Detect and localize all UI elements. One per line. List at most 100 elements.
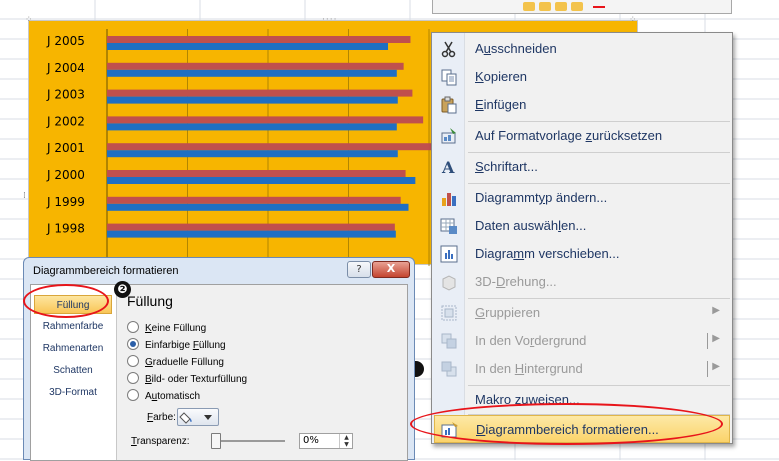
send-back-icon — [441, 361, 457, 377]
bar-series-2[interactable] — [107, 203, 409, 211]
bar-series-1[interactable] — [107, 170, 406, 177]
menu-item-cut[interactable]: Ausschneiden — [432, 35, 732, 63]
bar-series-2[interactable] — [107, 150, 398, 158]
move-chart-icon — [440, 245, 458, 263]
bar-series-2[interactable] — [107, 230, 396, 238]
menu-item-3d-rotation: 3D-Drehung... — [432, 268, 732, 296]
group-icon — [441, 305, 457, 321]
toolbar-popup-strip — [432, 0, 732, 14]
transparency-slider-track[interactable] — [213, 440, 285, 442]
menu-label-bring-to-front: In den Vordergrund — [475, 333, 587, 348]
option-automatic[interactable]: Automatisch — [127, 389, 200, 405]
menu-item-select-data[interactable]: Daten auswählen... — [432, 212, 732, 240]
step-badge: ❷ — [114, 281, 131, 298]
resize-handle-top-left[interactable]: ⁘ — [25, 15, 34, 25]
category-label: J 2004 — [46, 61, 85, 75]
bar-series-1[interactable] — [107, 36, 411, 43]
paste-icon — [441, 96, 457, 114]
menu-label-send-to-back: In den Hintergrund — [475, 361, 583, 376]
bar-series-1[interactable] — [107, 196, 401, 204]
svg-text:A: A — [441, 158, 455, 176]
menu-label-3d-rotation: 3D-Drehung... — [475, 274, 557, 289]
category-label: J 2001 — [46, 141, 85, 155]
bar-series-2[interactable] — [107, 123, 397, 131]
option-label: Keine Füllung — [145, 323, 207, 334]
option-no-fill[interactable]: Keine Füllung — [127, 321, 206, 337]
category-label: J 2002 — [46, 114, 85, 128]
submenu-arrow-icon: ▶ — [712, 333, 720, 344]
help-button[interactable]: ? — [347, 261, 371, 278]
option-label: Graduelle Füllung — [145, 357, 224, 368]
bar-series-1[interactable] — [107, 62, 404, 70]
resize-handle-top[interactable]: ···· — [322, 15, 337, 25]
color-picker-button[interactable] — [177, 408, 219, 426]
bar-series-1[interactable] — [107, 223, 395, 231]
menu-label-paste: Einfügen — [475, 97, 527, 112]
3d-rotation-icon — [442, 275, 456, 291]
chart-type-icon — [442, 193, 456, 206]
menu-item-font[interactable]: A Schriftart... — [432, 153, 732, 181]
menu-item-group: Gruppieren ▶ — [432, 299, 732, 327]
menu-item-paste[interactable]: Einfügen — [432, 91, 732, 119]
radio-button[interactable] — [127, 355, 139, 367]
radio-button[interactable] — [127, 372, 139, 384]
radio-button[interactable] — [127, 338, 139, 350]
bar-series-2[interactable] — [107, 43, 389, 50]
bar-series-2[interactable] — [107, 96, 398, 104]
option-gradient-fill[interactable]: Graduelle Füllung — [127, 355, 224, 371]
nav-item-shadow[interactable]: Schatten — [34, 361, 112, 380]
menu-label-select-data: Daten auswählen... — [475, 218, 587, 233]
nav-item-border-styles[interactable]: Rahmenarten — [34, 339, 112, 358]
radio-button[interactable] — [127, 321, 139, 333]
submenu-arrow-icon: ▶ — [712, 305, 720, 316]
menu-label-font: Schriftart... — [475, 159, 538, 174]
nav-item-3d-format[interactable]: 3D-Format — [34, 383, 112, 402]
category-label: J 2003 — [46, 88, 85, 102]
menu-item-send-to-back: In den Hintergrund ▶ — [432, 355, 732, 383]
resize-handle-left[interactable]: ⁞ — [23, 191, 27, 201]
bring-front-icon — [441, 333, 457, 349]
category-label: J 1998 — [46, 222, 85, 236]
bar-series-1[interactable] — [107, 143, 445, 151]
menu-item-reset-style[interactable]: Auf Formatvorlage zurücksetzen — [432, 122, 732, 150]
bar-series-2[interactable] — [107, 177, 416, 184]
menu-item-change-chart-type[interactable]: Diagrammtyp ändern... — [432, 184, 732, 212]
reset-style-icon — [441, 128, 456, 144]
menu-item-copy[interactable]: Kopieren — [432, 63, 732, 91]
resize-handle-top-right[interactable]: ⁘ — [629, 15, 638, 25]
scissors-icon — [441, 41, 456, 58]
transparency-spinner[interactable]: ▲ ▼ — [339, 434, 353, 448]
category-label: J 2005 — [46, 34, 85, 48]
menu-label-move-chart: Diagramm verschieben... — [475, 246, 620, 261]
menu-item-bring-to-front: In den Vordergrund ▶ — [432, 327, 732, 355]
menu-label-reset-style: Auf Formatvorlage zurücksetzen — [475, 128, 663, 143]
paint-bucket-icon — [179, 412, 212, 424]
submenu-arrow-icon: ▶ — [712, 361, 720, 372]
nav-item-border-color[interactable]: Rahmenfarbe — [34, 317, 112, 336]
option-solid-fill[interactable]: Einfarbige Füllung — [127, 338, 226, 354]
option-label: Bild- oder Texturfüllung — [145, 374, 248, 385]
category-label: J 1999 — [46, 195, 85, 209]
menu-label-group: Gruppieren — [475, 305, 541, 320]
highlight-ellipse-fill-tab — [23, 284, 109, 318]
menu-item-move-chart[interactable]: Diagramm verschieben... — [432, 240, 732, 268]
fill-heading: Füllung — [127, 293, 173, 309]
color-label: Farbe: — [147, 412, 176, 423]
option-picture-fill[interactable]: Bild- oder Texturfüllung — [127, 372, 247, 388]
split-divider — [707, 361, 708, 377]
option-label: Automatisch — [145, 391, 201, 402]
fill-panel: Füllung Keine Füllung Einfarbige Füllung… — [125, 285, 405, 460]
close-button[interactable]: X — [372, 261, 410, 278]
bar-series-1[interactable] — [107, 116, 424, 124]
option-label: Einfarbige Füllung — [145, 340, 226, 351]
radio-button[interactable] — [127, 389, 139, 401]
context-menu: Ausschneiden Kopieren Einfügen Auf Forma… — [431, 32, 733, 444]
copy-icon — [441, 69, 457, 86]
category-label: J 2000 — [46, 168, 85, 182]
bar-series-2[interactable] — [107, 69, 397, 77]
highlight-ellipse-format-menu-item — [410, 403, 723, 445]
bar-series-1[interactable] — [107, 89, 413, 97]
font-icon: A — [441, 158, 455, 176]
menu-label-copy: Kopieren — [475, 69, 528, 84]
transparency-slider-thumb[interactable] — [211, 433, 221, 449]
